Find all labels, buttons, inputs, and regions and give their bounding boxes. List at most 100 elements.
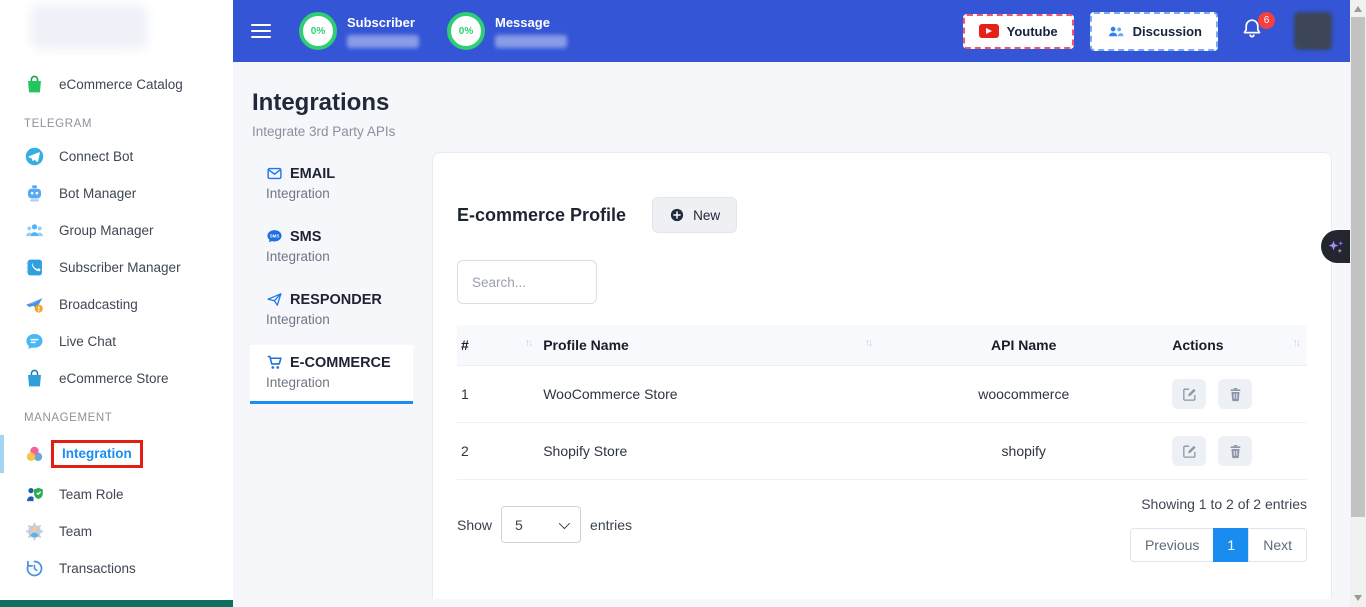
- sidebar-section-telegram: TELEGRAM: [0, 103, 233, 138]
- sidebar-item-label: Bot Manager: [59, 186, 136, 201]
- scrollbar-up-arrow-icon[interactable]: [1354, 6, 1362, 12]
- entries-label: entries: [590, 517, 632, 533]
- column-header-actions[interactable]: Actions ↑↓: [1168, 325, 1307, 366]
- sort-icon: ↑↓: [1293, 337, 1304, 349]
- chevron-down-icon: [559, 517, 570, 528]
- search-input[interactable]: [457, 260, 597, 304]
- column-header-number[interactable]: # ↑↓: [457, 325, 539, 366]
- app-logo[interactable]: [30, 4, 148, 50]
- sidebar-item-team[interactable]: Team: [0, 513, 233, 550]
- subnav-item-name: RESPONDER: [290, 292, 382, 308]
- scrollbar-thumb[interactable]: [1351, 17, 1365, 517]
- delete-button[interactable]: [1218, 379, 1252, 409]
- page-size-select[interactable]: 5: [501, 506, 581, 543]
- sidebar-item-ecommerce-store[interactable]: eCommerce Store: [0, 360, 233, 397]
- message-progress-circle: 0%: [447, 12, 485, 50]
- sort-icon: ↑↓: [865, 337, 876, 349]
- subnav-item-sub: Integration: [266, 186, 413, 201]
- subnav-item-name: EMAIL: [290, 166, 335, 182]
- sidebar-item-group-manager[interactable]: Group Manager: [0, 212, 233, 249]
- contact-book-icon: [24, 257, 45, 278]
- profile-name-cell: Shopify Store: [539, 423, 879, 480]
- scrollbar-down-arrow-icon[interactable]: [1354, 595, 1362, 601]
- integration-subnav: EMAIL Integration SMS SMS Integration RE…: [250, 152, 413, 411]
- sidebar-item-transactions[interactable]: Transactions: [0, 550, 233, 587]
- color-circles-icon: [24, 444, 45, 465]
- previous-page-button[interactable]: Previous: [1130, 528, 1214, 562]
- discussion-button[interactable]: Discussion: [1090, 12, 1218, 51]
- next-page-button[interactable]: Next: [1248, 528, 1307, 562]
- subnav-item-sms[interactable]: SMS SMS Integration: [250, 219, 413, 275]
- subnav-item-ecommerce[interactable]: E-COMMERCE Integration: [250, 345, 413, 404]
- topbar: 0% Subscriber 0% Message Youtube Discuss…: [233, 0, 1350, 62]
- edit-pencil-icon: [1181, 386, 1198, 403]
- subnav-item-name: SMS: [290, 229, 321, 245]
- discussion-button-label: Discussion: [1133, 24, 1202, 39]
- robot-icon: [24, 183, 45, 204]
- ai-assistant-button[interactable]: [1321, 230, 1350, 263]
- row-number: 2: [457, 423, 539, 480]
- edit-button[interactable]: [1172, 379, 1206, 409]
- column-header-profile-name[interactable]: Profile Name ↑↓: [539, 325, 879, 366]
- sidebar-item-subscriber-manager[interactable]: Subscriber Manager: [0, 249, 233, 286]
- message-stat-value-blurred: [495, 35, 567, 48]
- subnav-item-responder[interactable]: RESPONDER Integration: [250, 282, 413, 338]
- svg-text:SMS: SMS: [270, 234, 280, 239]
- edit-button[interactable]: [1172, 436, 1206, 466]
- entries-summary: Showing 1 to 2 of 2 entries: [1141, 496, 1307, 512]
- subscriber-stat-value-blurred: [347, 35, 419, 48]
- history-clock-icon: [24, 558, 45, 579]
- page-size-value: 5: [515, 517, 523, 533]
- sidebar-item-live-chat[interactable]: Live Chat: [0, 323, 233, 360]
- sidebar-item-integration[interactable]: Integration: [0, 432, 233, 476]
- people-group-icon: [24, 220, 45, 241]
- user-avatar[interactable]: [1294, 12, 1332, 50]
- sidebar-item-label: Connect Bot: [59, 149, 133, 164]
- sidebar-item-label: Team Role: [59, 487, 124, 502]
- new-profile-button[interactable]: New: [652, 197, 737, 233]
- gear-person-icon: [24, 521, 45, 542]
- delete-button[interactable]: [1218, 436, 1252, 466]
- sparkles-icon: [1326, 237, 1346, 257]
- sms-bubble-icon: SMS: [266, 228, 283, 245]
- hamburger-menu-icon[interactable]: [251, 24, 271, 39]
- paper-plane-icon: [266, 291, 283, 308]
- sidebar-item-broadcasting[interactable]: Broadcasting: [0, 286, 233, 323]
- api-name-cell: woocommerce: [879, 366, 1168, 423]
- row-number: 1: [457, 366, 539, 423]
- sidebar-footer-bar: [0, 600, 233, 607]
- shopping-bag-green-icon: [24, 74, 45, 95]
- sidebar-item-label: Group Manager: [59, 223, 154, 238]
- sidebar-item-label: Integration: [62, 446, 132, 461]
- subnav-item-sub: Integration: [266, 312, 413, 327]
- envelope-icon: [266, 165, 283, 182]
- table-row: 1 WooCommerce Store woocommerce: [457, 366, 1307, 423]
- page-title: Integrations: [252, 89, 1350, 117]
- sidebar-section-management: MANAGEMENT: [0, 397, 233, 432]
- main-content: Integrations Integrate 3rd Party APIs EM…: [233, 62, 1350, 607]
- sidebar-item-label: Transactions: [59, 561, 136, 576]
- sort-icon: ↑↓: [525, 337, 536, 349]
- profiles-table: # ↑↓ Profile Name ↑↓ API Name: [457, 325, 1307, 480]
- sidebar: eCommerce Catalog TELEGRAM Connect Bot B…: [0, 0, 233, 607]
- vertical-scrollbar[interactable]: [1350, 0, 1366, 607]
- chat-bubble-icon: [24, 331, 45, 352]
- person-shield-icon: [24, 484, 45, 505]
- sidebar-item-connect-bot[interactable]: Connect Bot: [0, 138, 233, 175]
- new-button-label: New: [693, 208, 720, 223]
- subnav-item-email[interactable]: EMAIL Integration: [250, 156, 413, 212]
- column-header-api-name[interactable]: API Name: [879, 325, 1168, 366]
- sidebar-item-ecommerce-catalog[interactable]: eCommerce Catalog: [0, 66, 233, 103]
- notification-count-badge: 6: [1258, 12, 1275, 29]
- message-stat: 0% Message: [447, 12, 567, 50]
- notifications-button[interactable]: 6: [1240, 17, 1264, 46]
- sidebar-item-label: Live Chat: [59, 334, 116, 349]
- sidebar-item-team-role[interactable]: Team Role: [0, 476, 233, 513]
- page-subtitle: Integrate 3rd Party APIs: [252, 124, 1350, 139]
- subnav-item-sub: Integration: [266, 249, 413, 264]
- current-page-button[interactable]: 1: [1213, 528, 1249, 562]
- youtube-button[interactable]: Youtube: [963, 14, 1074, 49]
- sidebar-item-bot-manager[interactable]: Bot Manager: [0, 175, 233, 212]
- plus-circle-icon: [669, 207, 685, 223]
- subnav-item-name: E-COMMERCE: [290, 355, 391, 371]
